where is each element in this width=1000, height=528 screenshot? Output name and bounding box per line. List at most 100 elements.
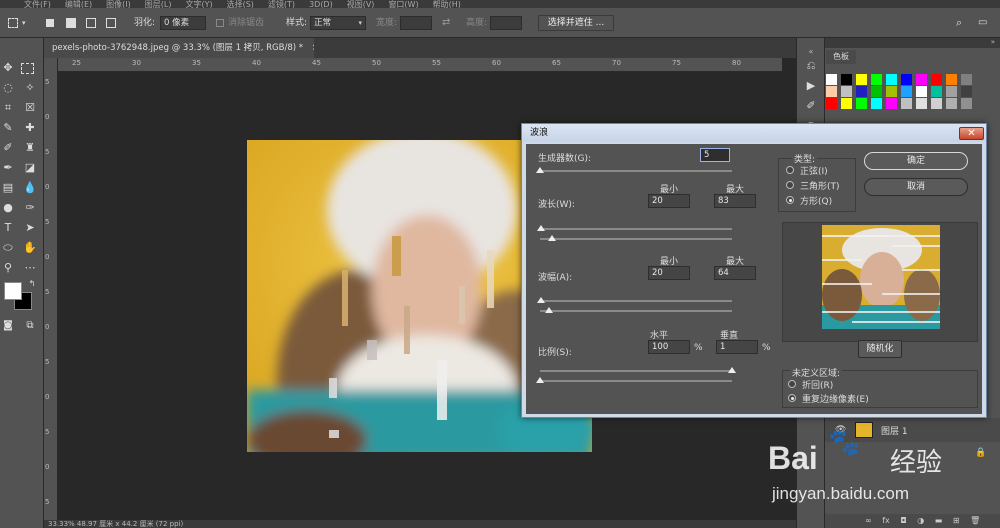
generators-input[interactable]: 5 <box>700 148 730 162</box>
color-swatch[interactable] <box>946 74 957 85</box>
swatches-tab[interactable]: 色板 <box>826 50 856 64</box>
zoom-tool-icon[interactable]: ⚲ <box>0 260 16 276</box>
color-swatch[interactable] <box>946 98 957 109</box>
color-swatch[interactable] <box>916 98 927 109</box>
amplitude-max-track[interactable] <box>540 310 732 312</box>
color-swatch[interactable] <box>916 86 927 97</box>
color-swatch[interactable] <box>856 86 867 97</box>
swap-colors-icon[interactable]: ↰ <box>24 276 40 292</box>
color-swatch[interactable] <box>886 98 897 109</box>
menu-item[interactable]: 图像(I) <box>106 1 131 9</box>
marquee-preset-icon[interactable] <box>8 18 18 28</box>
wavelength-max-thumb[interactable] <box>548 235 556 241</box>
history-icon[interactable]: ⎌ <box>803 58 819 74</box>
menu-item[interactable]: 窗口(W) <box>388 1 418 9</box>
menu-item[interactable]: 视图(V) <box>347 1 375 9</box>
menu-item[interactable]: 图层(L) <box>145 1 172 9</box>
color-swatch[interactable] <box>826 98 837 109</box>
document-tab[interactable]: pexels-photo-3762948.jpeg @ 33.3% (图层 1 … <box>44 38 314 58</box>
dialog-close-button[interactable]: ✕ <box>959 127 984 140</box>
style-select[interactable]: 正常 ▾ <box>310 16 366 30</box>
menu-item[interactable]: 编辑(E) <box>65 1 92 9</box>
menu-item[interactable]: 文字(Y) <box>185 1 212 9</box>
crop-tool-icon[interactable]: ⌗ <box>0 100 16 116</box>
color-swatch[interactable] <box>946 86 957 97</box>
color-swatch[interactable] <box>841 74 852 85</box>
type-square-radio[interactable] <box>786 196 794 204</box>
color-swatch[interactable] <box>901 98 912 109</box>
search-icon[interactable]: ⌕ <box>956 16 962 30</box>
marquee-tool-icon[interactable] <box>21 63 34 74</box>
horizontal-scale-track[interactable] <box>540 370 732 372</box>
path-selection-icon[interactable]: ➤ <box>22 220 38 236</box>
antialias-checkbox[interactable] <box>216 19 224 27</box>
more-tools-icon[interactable]: ⋯ <box>22 260 38 276</box>
color-swatch[interactable] <box>826 86 837 97</box>
wavelength-min-track[interactable] <box>540 228 732 230</box>
generators-slider-track[interactable] <box>540 170 732 172</box>
hand-tool-icon[interactable]: ✋ <box>22 240 38 256</box>
amplitude-max-input[interactable]: 64 <box>714 266 756 280</box>
wrap-around-radio[interactable] <box>788 380 796 388</box>
foreground-color-swatch[interactable] <box>4 282 22 300</box>
clone-stamp-icon[interactable]: ♜ <box>22 140 38 156</box>
lasso-tool-icon[interactable]: ◌ <box>0 80 16 96</box>
horizontal-scale-thumb[interactable] <box>728 367 736 373</box>
color-swatch[interactable] <box>916 74 927 85</box>
color-swatch[interactable] <box>961 74 972 85</box>
intersect-selection-icon[interactable] <box>106 18 116 28</box>
amplitude-min-input[interactable]: 20 <box>648 266 690 280</box>
history-brush-icon[interactable]: ✒ <box>0 160 16 176</box>
new-selection-icon[interactable] <box>46 19 54 27</box>
color-swatch[interactable] <box>901 74 912 85</box>
wavelength-min-thumb[interactable] <box>537 225 545 231</box>
brush-tool-icon[interactable]: ✐ <box>0 140 16 156</box>
amplitude-min-track[interactable] <box>540 300 732 302</box>
panel-collapse-bar[interactable]: » <box>825 38 1000 48</box>
wavelength-min-input[interactable]: 20 <box>648 194 690 208</box>
horizontal-scale-input[interactable]: 100 <box>648 340 690 354</box>
color-swatch[interactable] <box>841 98 852 109</box>
amplitude-min-thumb[interactable] <box>537 297 545 303</box>
shape-tool-icon[interactable]: ⬭ <box>0 240 16 256</box>
workspace-icon[interactable]: ▭ <box>978 16 987 30</box>
move-tool-icon[interactable]: ✥ <box>0 60 16 76</box>
gradient-tool-icon[interactable]: ▤ <box>0 180 16 196</box>
chevron-down-icon[interactable]: ▾ <box>22 16 26 30</box>
select-and-mask-button[interactable]: 选择并遮住 ... <box>538 15 614 31</box>
wavelength-max-input[interactable]: 83 <box>714 194 756 208</box>
color-swatch[interactable] <box>931 86 942 97</box>
menu-item[interactable]: 选择(S) <box>227 1 254 9</box>
color-swatch[interactable] <box>871 98 882 109</box>
ok-button[interactable]: 确定 <box>864 152 968 170</box>
type-tool-icon[interactable]: T <box>0 220 16 236</box>
color-swatch[interactable] <box>856 74 867 85</box>
menu-item[interactable]: 3D(D) <box>309 1 333 9</box>
play-actions-icon[interactable]: ▶ <box>803 78 819 94</box>
magic-wand-icon[interactable]: ✧ <box>22 80 38 96</box>
color-swatch[interactable] <box>871 86 882 97</box>
color-swatch[interactable] <box>886 86 897 97</box>
generators-slider-thumb[interactable] <box>536 167 544 173</box>
feather-input[interactable]: 0 像素 <box>160 16 206 30</box>
dodge-tool-icon[interactable]: ● <box>0 200 16 216</box>
color-swatch[interactable] <box>871 74 882 85</box>
quick-mask-icon[interactable]: ◙ <box>0 318 16 334</box>
brush-settings-icon[interactable]: ✐ <box>803 98 819 114</box>
vertical-scale-input[interactable]: 1 <box>716 340 758 354</box>
color-swatch[interactable] <box>826 74 837 85</box>
color-swatch[interactable] <box>931 98 942 109</box>
eraser-icon[interactable]: ◪ <box>22 160 38 176</box>
vertical-scale-track[interactable] <box>540 380 732 382</box>
width-input[interactable] <box>400 16 432 30</box>
vertical-scale-thumb[interactable] <box>536 377 544 383</box>
type-sine-radio[interactable] <box>786 166 794 174</box>
color-swatch[interactable] <box>961 98 972 109</box>
screen-mode-icon[interactable]: ⧉ <box>22 318 38 334</box>
menu-item[interactable]: 帮助(H) <box>433 1 461 9</box>
repeat-edge-radio[interactable] <box>788 394 796 402</box>
type-triangle-radio[interactable] <box>786 181 794 189</box>
cancel-button[interactable]: 取消 <box>864 178 968 196</box>
eyedropper-icon[interactable]: ✎ <box>0 120 16 136</box>
frame-tool-icon[interactable]: ☒ <box>22 100 38 116</box>
